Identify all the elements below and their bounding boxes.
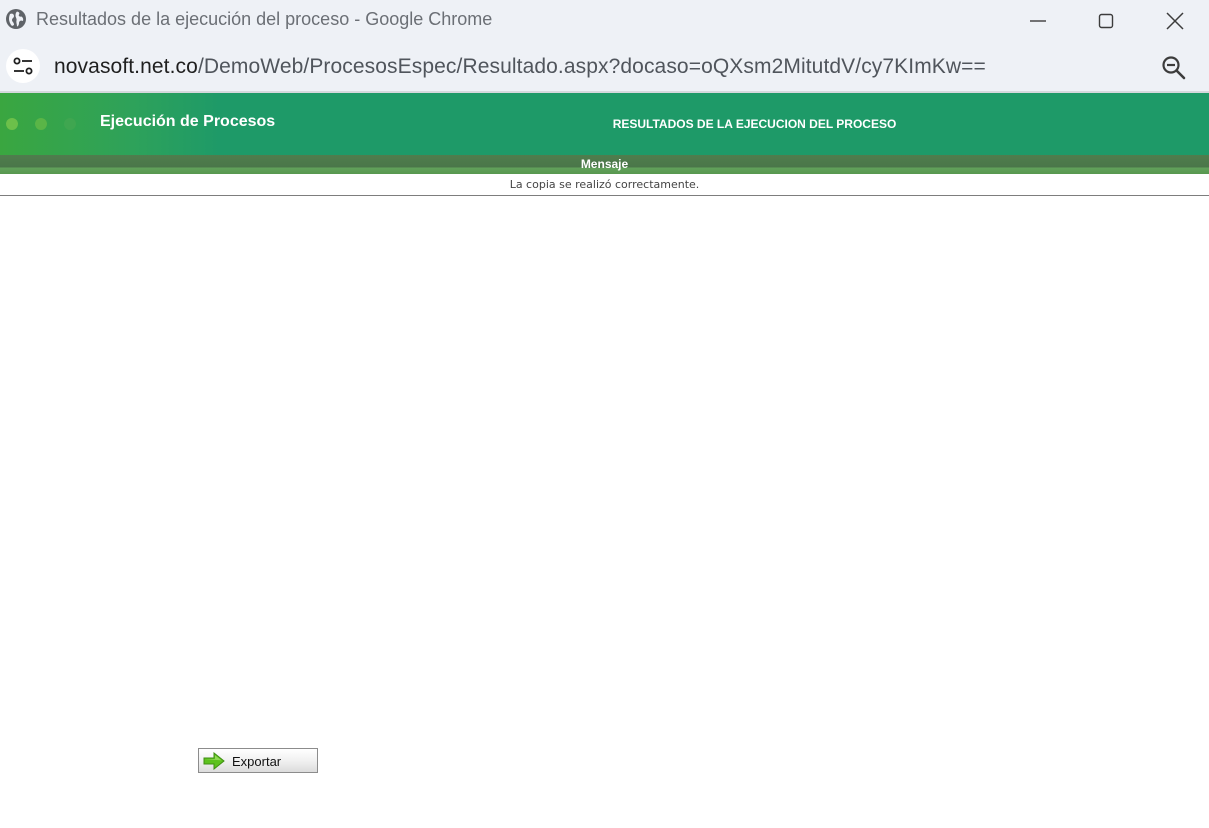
address-bar: novasoft.net.co/DemoWeb/ProcesosEspec/Re… [0,41,1209,91]
globe-icon [6,9,26,29]
message-divider [0,195,1209,196]
site-info-button[interactable] [6,49,40,83]
message-text: La copia se realizó correctamente. [509,178,700,191]
maximize-icon [1098,13,1114,28]
page-heading: RESULTADOS DE LA EJECUCION DEL PROCESO [612,117,897,131]
export-label: Exportar [232,754,282,769]
close-icon [1166,11,1184,30]
site-settings-icon [13,57,33,75]
window-title: Resultados de la ejecución del proceso -… [36,9,493,29]
export-button[interactable]: Exportar [198,748,318,773]
app-header: Ejecución de Procesos RESULTADOS DE LA E… [0,93,1209,155]
url-field[interactable]: novasoft.net.co/DemoWeb/ProcesosEspec/Re… [54,55,986,79]
zoom-out-icon[interactable] [1160,54,1188,82]
maximize-button[interactable] [1083,0,1129,41]
close-button[interactable] [1152,0,1198,41]
message-header: Mensaje [0,155,1209,174]
browser-window: Resultados de la ejecución del proceso -… [0,0,1209,828]
minimize-icon [1030,19,1046,22]
title-bar: Resultados de la ejecución del proceso -… [0,0,1209,41]
message-header-label: Mensaje [580,157,629,171]
url-host: novasoft.net.co [54,55,198,78]
minimize-button[interactable] [1015,0,1061,41]
arrow-right-icon [203,752,225,770]
url-path: /DemoWeb/ProcesosEspec/Resultado.aspx?do… [197,55,986,78]
